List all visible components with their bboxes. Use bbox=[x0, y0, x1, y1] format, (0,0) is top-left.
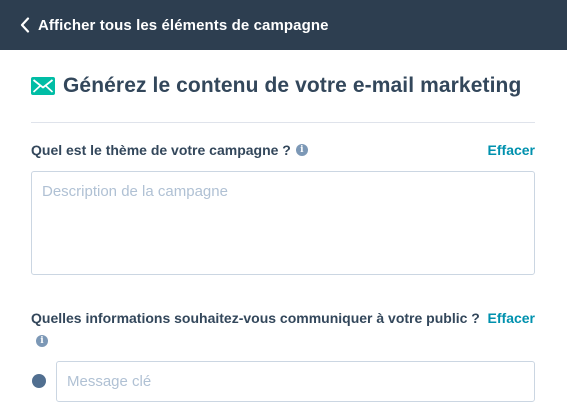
theme-clear-button[interactable]: Effacer bbox=[488, 142, 535, 158]
info-label-text: Quelles informations souhaitez-vous comm… bbox=[31, 310, 480, 326]
page-header: Générez le contenu de votre e-mail marke… bbox=[31, 74, 521, 98]
textarea-placeholder: Description de la campagne bbox=[42, 183, 228, 200]
header-divider bbox=[31, 122, 535, 123]
back-to-campaign-link[interactable]: Afficher tous les éléments de campagne bbox=[0, 0, 567, 50]
theme-field-label: Quel est le thème de votre campagne ? i bbox=[31, 142, 308, 158]
message-placeholder: Message clé bbox=[67, 373, 152, 390]
info-field-label: Quelles informations souhaitez-vous comm… bbox=[31, 310, 480, 326]
campaign-description-textarea[interactable]: Description de la campagne bbox=[31, 171, 535, 275]
info-icon[interactable]: i bbox=[295, 144, 308, 156]
info-icon[interactable]: i bbox=[36, 335, 48, 347]
page-title: Générez le contenu de votre e-mail marke… bbox=[63, 74, 522, 97]
email-icon bbox=[31, 77, 55, 95]
key-message-input[interactable]: Message clé bbox=[56, 361, 535, 402]
chevron-left-icon bbox=[18, 15, 32, 35]
key-message-row: Message clé bbox=[31, 361, 535, 402]
bullet-dot bbox=[32, 374, 46, 388]
back-link-label: Afficher tous les éléments de campagne bbox=[38, 16, 329, 34]
theme-label-text: Quel est le thème de votre campagne ? bbox=[31, 142, 291, 158]
info-clear-button[interactable]: Effacer bbox=[488, 310, 535, 326]
